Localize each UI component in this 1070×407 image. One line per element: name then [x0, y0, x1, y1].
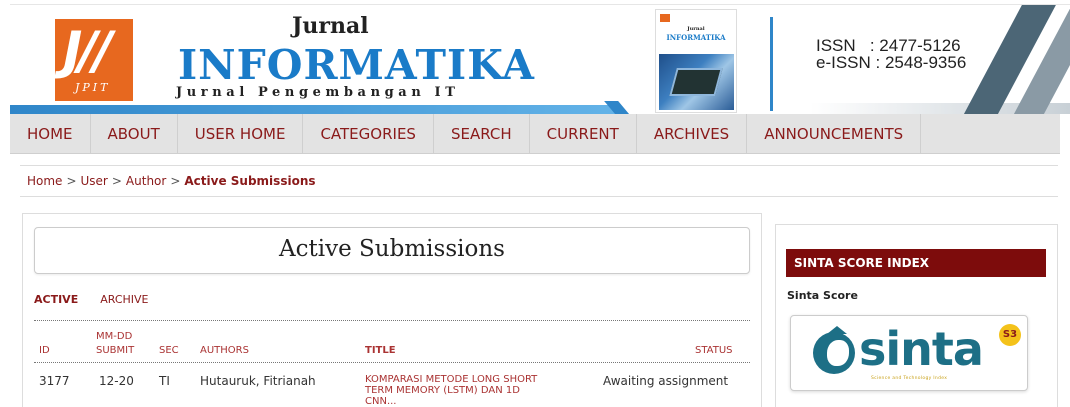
logo-subtext: JPIT: [75, 81, 111, 94]
eissn-label: e-ISSN: [816, 53, 871, 72]
tab-active[interactable]: ACTIVE: [34, 293, 78, 306]
row-title-line[interactable]: CNN...: [365, 396, 396, 407]
breadcrumb-home[interactable]: Home: [27, 174, 62, 188]
row-id: 3177: [39, 374, 70, 388]
journal-subtitle: Jurnal Pengembangan IT: [176, 85, 460, 100]
journal-title-small: Jurnal: [292, 13, 369, 39]
issn-block: ISSN : 2477-5126 e-ISSN : 2548-9356: [816, 37, 966, 71]
breadcrumb: Home > User > Author > Active Submissions: [27, 174, 316, 188]
breadcrumb-separator: >: [170, 174, 181, 188]
sinta-emblem-icon: [813, 332, 855, 374]
nav-user-home[interactable]: USER HOME: [178, 114, 304, 154]
nav-search[interactable]: SEARCH: [434, 114, 530, 154]
table-top-divider: [34, 320, 750, 321]
table-header-divider: [34, 362, 750, 363]
row-title-line[interactable]: TERM MEMORY (LSTM) DAN 1D: [365, 385, 520, 396]
column-header-authors: AUTHORS: [200, 345, 249, 356]
cover-title-small: Jurnal: [687, 26, 705, 32]
breadcrumb-current[interactable]: Active Submissions: [184, 174, 315, 188]
column-header-status: STATUS: [695, 345, 733, 356]
nav-current[interactable]: CURRENT: [530, 114, 637, 154]
logo-mark: J//: [63, 21, 112, 81]
main-navigation: HOME ABOUT USER HOME CATEGORIES SEARCH C…: [10, 114, 1060, 154]
column-header-submit: SUBMIT: [96, 345, 135, 356]
sinta-score-label: Sinta Score: [787, 289, 858, 302]
breadcrumb-separator: >: [66, 174, 77, 188]
nav-about[interactable]: ABOUT: [91, 114, 178, 154]
sinta-badge-link[interactable]: sinta Science and Technology Index S3: [790, 315, 1028, 391]
sinta-score-index-header: SINTA SCORE INDEX: [786, 249, 1046, 277]
column-header-submit-format: MM-DD: [96, 331, 133, 342]
breadcrumb-bottom-divider: [20, 196, 1058, 197]
column-header-title[interactable]: TITLE: [365, 345, 396, 357]
row-title-line[interactable]: KOMPARASI METODE LONG SHORT: [365, 374, 537, 385]
eissn-value: : 2548-9356: [875, 53, 967, 72]
breadcrumb-user[interactable]: User: [81, 174, 108, 188]
site-header: J// JPIT Jurnal INFORMATIKA Jurnal Penge…: [10, 4, 1070, 114]
main-content: Active Submissions ACTIVE ARCHIVE ID MM-…: [22, 213, 762, 407]
row-submit-date: 12-20: [99, 374, 134, 388]
row-status: Awaiting assignment: [603, 374, 729, 388]
breadcrumb-separator: >: [111, 174, 122, 188]
sidebar: SINTA SCORE INDEX Sinta Score sinta Scie…: [775, 224, 1058, 407]
breadcrumb-top-divider: [20, 165, 1058, 166]
journal-cover-image: Jurnal INFORMATIKA: [655, 9, 737, 113]
column-header-id: ID: [39, 345, 50, 356]
issn-row: ISSN : 2477-5126: [816, 37, 966, 54]
journal-title-big: INFORMATIKA: [178, 41, 535, 89]
sinta-rank-badge: S3: [999, 324, 1021, 346]
nav-announcements[interactable]: ANNOUNCEMENTS: [747, 114, 922, 154]
nav-home[interactable]: HOME: [10, 114, 91, 154]
page-title-box: Active Submissions: [34, 227, 750, 274]
header-accent-stripe: [10, 105, 620, 114]
cover-illustration: [659, 54, 734, 110]
sinta-logo-word: sinta: [859, 322, 984, 376]
column-header-sec: SEC: [159, 345, 179, 356]
cover-badge: [660, 14, 670, 22]
cover-title-big: INFORMATIKA: [666, 33, 726, 42]
sinta-tagline: Science and Technology Index: [871, 376, 948, 381]
nav-archives[interactable]: ARCHIVES: [637, 114, 748, 154]
submission-tabs: ACTIVE ARCHIVE: [34, 293, 149, 306]
breadcrumb-author[interactable]: Author: [126, 174, 166, 188]
tab-archive[interactable]: ARCHIVE: [100, 293, 148, 306]
nav-categories[interactable]: CATEGORIES: [303, 114, 434, 154]
jpit-logo[interactable]: J// JPIT: [55, 19, 133, 101]
eissn-row: e-ISSN : 2548-9356: [816, 54, 966, 71]
page-title: Active Submissions: [279, 236, 505, 262]
row-section: TI: [159, 374, 170, 388]
row-authors: Hutauruk, Fitrianah: [200, 374, 316, 388]
issn-divider: [770, 17, 773, 111]
